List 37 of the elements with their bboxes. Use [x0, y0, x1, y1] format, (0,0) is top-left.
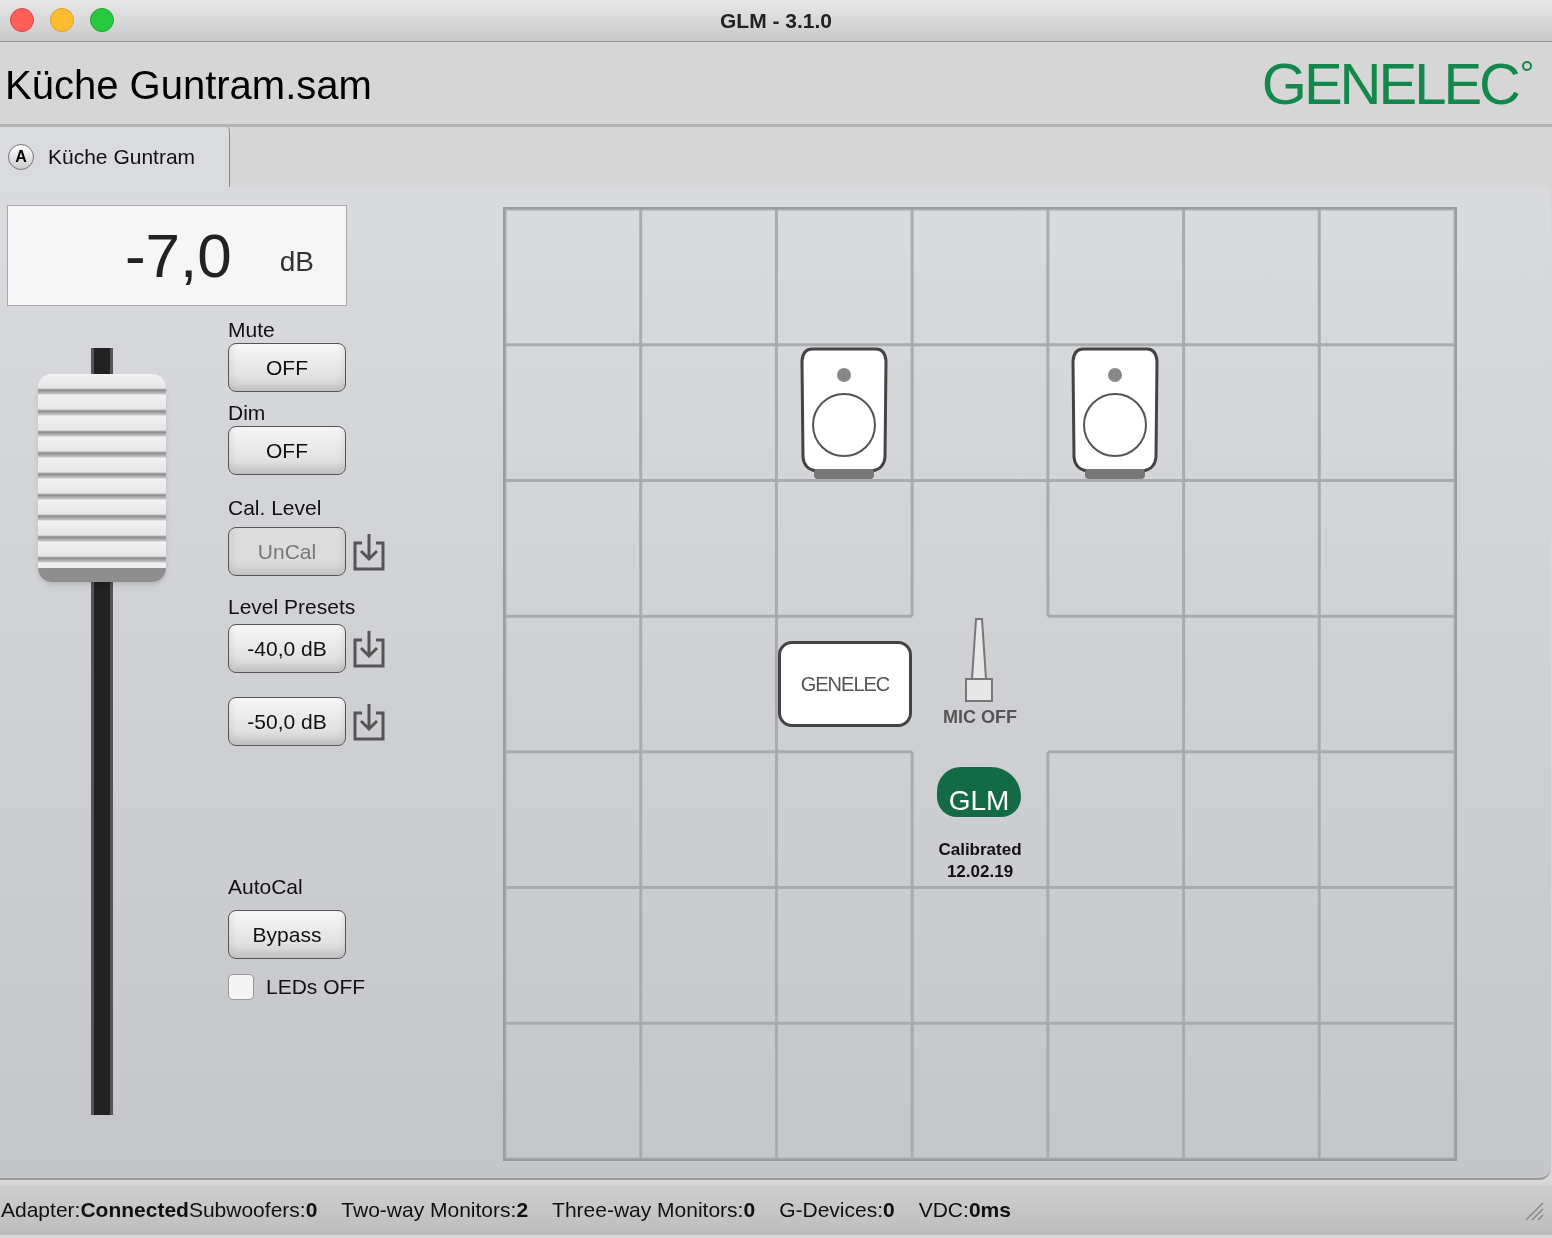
checkbox[interactable] — [228, 973, 254, 1000]
toggle-button[interactable]: Bypass — [228, 910, 346, 959]
resize-grip-icon — [1524, 1201, 1544, 1221]
status-item: Subwoofers:0 — [188, 1197, 318, 1224]
microphone-icon[interactable] — [963, 617, 995, 703]
control-label: Level Presets — [228, 594, 357, 620]
fader-knob[interactable] — [38, 374, 166, 583]
speaker-icon[interactable] — [800, 347, 888, 481]
genelec-device[interactable]: GENELEC — [778, 641, 912, 727]
toggle-button[interactable]: -40,0 dB — [228, 624, 346, 673]
toggle-button[interactable]: -50,0 dB — [228, 697, 346, 746]
control-label: Mute — [228, 317, 276, 343]
control-label: Dim — [228, 400, 267, 426]
control-label: AutoCal — [228, 874, 304, 900]
speaker-icon[interactable] — [1071, 347, 1159, 481]
close-window-button[interactable] — [10, 8, 34, 32]
room-tab[interactable]: A Küche Guntram — [0, 127, 230, 187]
status-item: Two-way Monitors:2 — [341, 1197, 529, 1224]
toggle-button[interactable]: OFF — [228, 343, 346, 392]
checkbox-label: LEDs OFF — [266, 974, 366, 1000]
control-label: Cal. Level — [228, 495, 323, 521]
brand-logo: GENELEC — [1261, 51, 1518, 118]
registered-mark-icon — [1522, 61, 1532, 72]
window-title: GLM - 3.1.0 — [720, 7, 832, 34]
calibration-status: 12.02.19 — [946, 861, 1014, 883]
level-unit: dB — [279, 244, 314, 279]
group-badge: A — [8, 144, 34, 170]
status-item: Three-way Monitors:0 — [552, 1197, 756, 1224]
status-item: Adapter:Connected — [1, 1197, 189, 1224]
mic-status: MIC OFF — [943, 706, 1017, 729]
calibration-status: Calibrated — [938, 839, 1022, 861]
project-file-name: Küche Guntram.sam — [5, 61, 372, 109]
status-item: G-Devices:0 — [779, 1197, 895, 1224]
status-item: VDC:0ms — [918, 1197, 1011, 1224]
toggle-button[interactable]: OFF — [228, 426, 346, 475]
level-value: -7,0 — [124, 220, 232, 292]
glm-cloud-logo: GLM — [937, 767, 1021, 817]
